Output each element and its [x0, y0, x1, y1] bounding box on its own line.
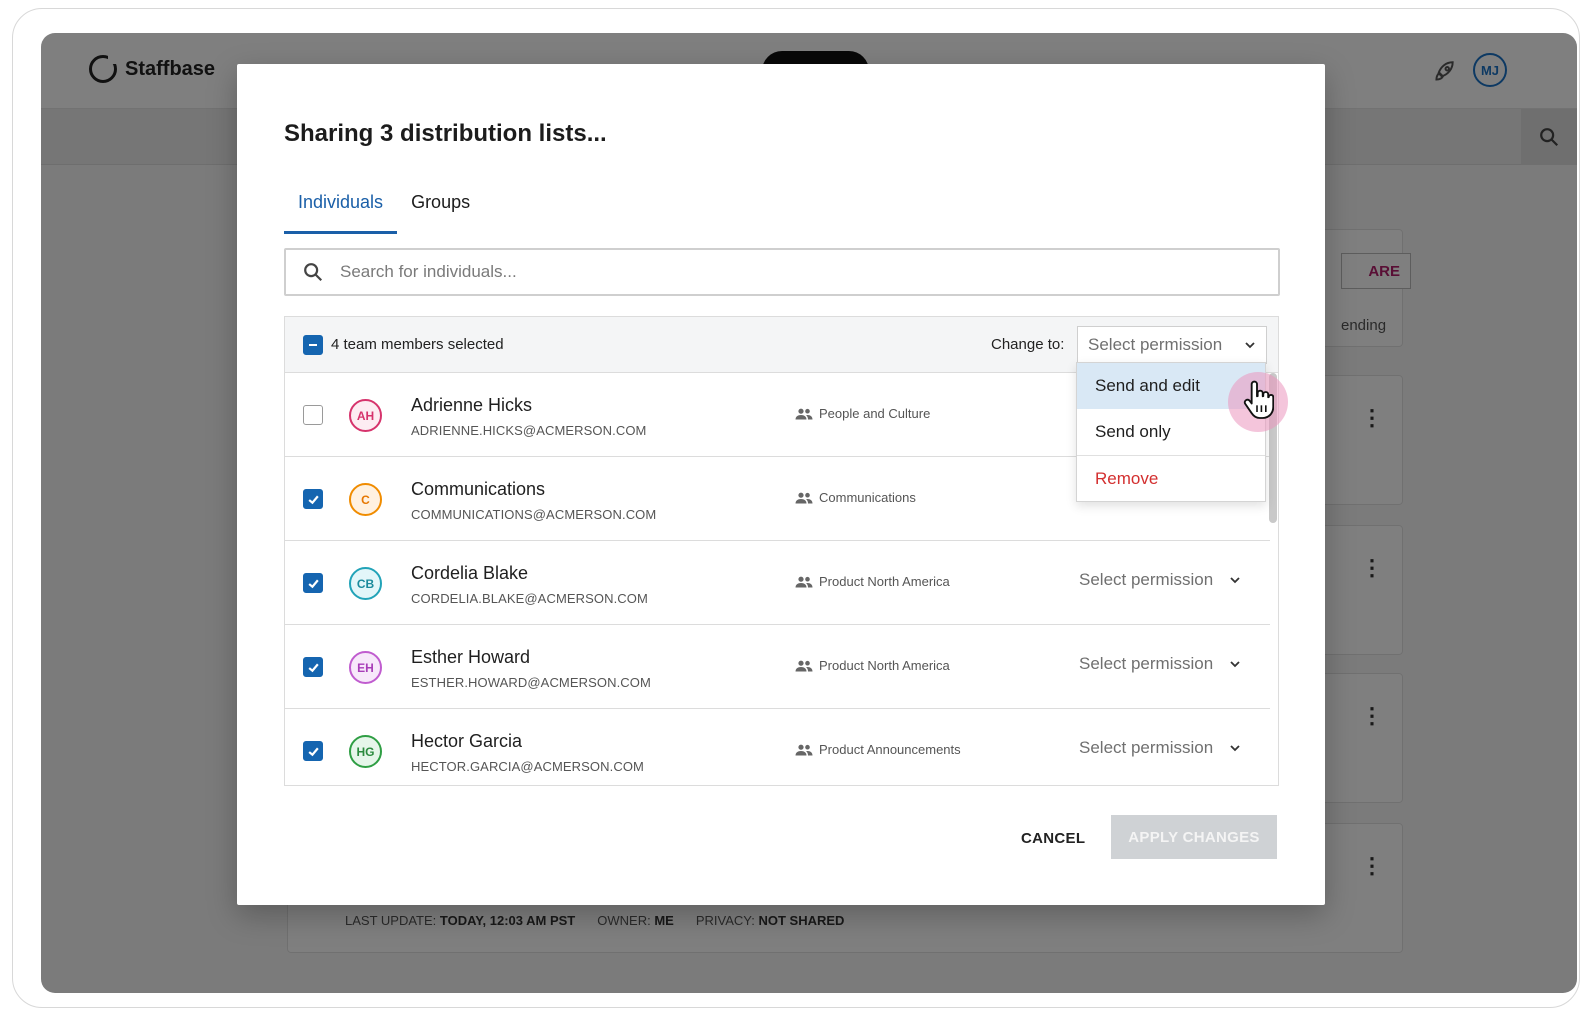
change-to-label: Change to: — [991, 336, 1065, 353]
checkmark-icon — [307, 663, 319, 672]
tab-individuals[interactable]: Individuals — [284, 184, 398, 234]
member-name: Communications — [411, 479, 546, 499]
member-email: ADRIENNE.HICKS@ACMERSON.COM — [411, 423, 647, 438]
checkmark-icon — [307, 579, 319, 588]
chevron-down-icon — [1230, 661, 1240, 668]
row-checkbox[interactable] — [303, 741, 323, 761]
table-row[interactable]: CB Cordelia Blake CORDELIA.BLAKE@ACMERSO… — [285, 541, 1270, 625]
search-field[interactable] — [284, 248, 1280, 296]
member-name: Hector Garcia — [411, 731, 523, 751]
people-icon — [795, 576, 813, 587]
row-permission-select[interactable]: Select permission — [1079, 654, 1241, 674]
member-name: Esther Howard — [411, 647, 531, 667]
table-row[interactable]: HG Hector Garcia HECTOR.GARCIA@ACMERSON.… — [285, 709, 1270, 785]
select-all-checkbox[interactable] — [303, 335, 323, 355]
member-name: Adrienne Hicks — [411, 395, 533, 415]
avatar: AH — [349, 399, 382, 432]
chevron-down-icon — [1230, 577, 1240, 584]
member-name: Cordelia Blake — [411, 563, 529, 583]
search-icon — [304, 263, 323, 282]
table-row[interactable]: EH Esther Howard ESTHER.HOWARD@ACMERSON.… — [285, 625, 1270, 709]
row-permission-select[interactable]: Select permission — [1079, 738, 1241, 758]
hand-cursor-icon — [1243, 380, 1274, 419]
member-group: Product North America — [795, 574, 950, 589]
member-group: People and Culture — [795, 406, 930, 421]
tab-bar: Individuals Groups — [284, 184, 484, 234]
selection-summary: 4 team members selected — [331, 336, 504, 353]
avatar: HG — [349, 735, 382, 768]
chevron-down-icon — [1230, 745, 1240, 752]
bulk-permission-select[interactable]: Select permission — [1077, 326, 1267, 364]
row-checkbox[interactable] — [303, 573, 323, 593]
member-group: Communications — [795, 490, 916, 505]
search-input[interactable] — [340, 262, 1240, 282]
member-email: ESTHER.HOWARD@ACMERSON.COM — [411, 675, 651, 690]
chevron-down-icon — [1245, 342, 1255, 349]
people-icon — [795, 408, 813, 419]
people-icon — [795, 492, 813, 503]
row-checkbox[interactable] — [303, 657, 323, 677]
member-email: HECTOR.GARCIA@ACMERSON.COM — [411, 759, 644, 774]
avatar: C — [349, 483, 382, 516]
people-icon — [795, 744, 813, 755]
row-checkbox[interactable] — [303, 489, 323, 509]
avatar: CB — [349, 567, 382, 600]
bulk-permission-value: Select permission — [1088, 335, 1223, 354]
member-email: CORDELIA.BLAKE@ACMERSON.COM — [411, 591, 648, 606]
member-group: Product Announcements — [795, 742, 961, 757]
tab-groups[interactable]: Groups — [397, 184, 484, 234]
option-remove[interactable]: Remove — [1077, 455, 1265, 501]
avatar: EH — [349, 651, 382, 684]
apply-changes-button[interactable]: APPLY CHANGES — [1111, 815, 1277, 859]
checkmark-icon — [307, 747, 319, 756]
cancel-button[interactable]: CANCEL — [1009, 820, 1097, 857]
modal-title: Sharing 3 distribution lists... — [284, 120, 607, 147]
row-checkbox[interactable] — [303, 405, 323, 425]
member-group: Product North America — [795, 658, 950, 673]
people-icon — [795, 660, 813, 671]
minus-icon — [309, 344, 317, 346]
row-permission-select[interactable]: Select permission — [1079, 570, 1241, 590]
checkmark-icon — [307, 495, 319, 504]
member-email: COMMUNICATIONS@ACMERSON.COM — [411, 507, 657, 522]
